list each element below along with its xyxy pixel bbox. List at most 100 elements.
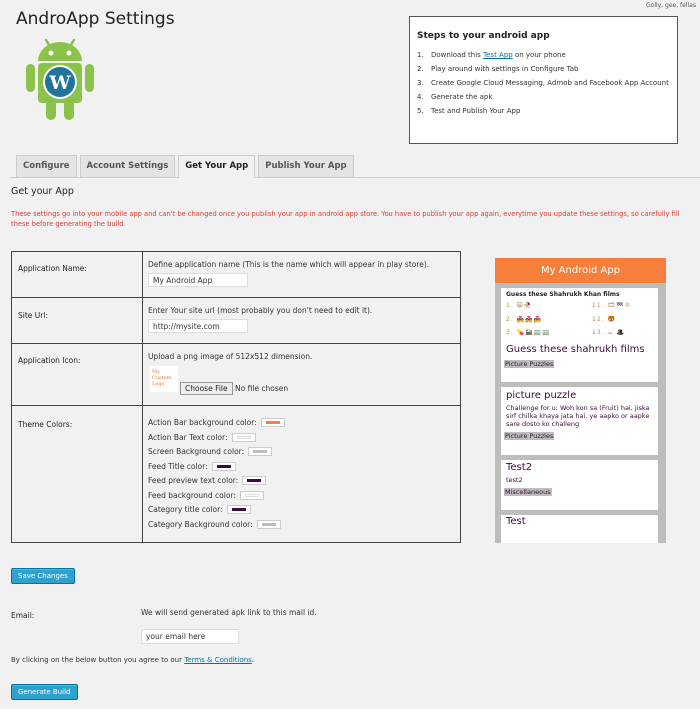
- feed-category: Picture Puzzles: [504, 360, 555, 368]
- color-option: Category title color:: [148, 505, 251, 514]
- theme-colors-row: Theme Colors: Action Bar background colo…: [12, 406, 460, 542]
- tab-account-settings[interactable]: Account Settings: [79, 155, 176, 177]
- column-divider: [142, 406, 143, 542]
- terms-text-after: .: [251, 656, 255, 664]
- file-status: No file chosen: [235, 384, 289, 393]
- color-swatch[interactable]: [231, 433, 256, 442]
- column-divider: [142, 344, 143, 405]
- step-text: Test and Publish Your App: [431, 107, 521, 115]
- email-input[interactable]: your email here: [141, 629, 239, 644]
- test-app-link[interactable]: Test App: [483, 51, 513, 59]
- feed-title: picture puzzle: [506, 390, 577, 401]
- color-fill: [236, 436, 251, 439]
- tab-publish-your-app[interactable]: Publish Your App: [258, 155, 354, 177]
- thumb-row: 13. ☕ 🎩: [592, 329, 626, 336]
- color-fill: [247, 479, 262, 482]
- terms-text-before: By clicking on the below button you agre…: [11, 656, 185, 664]
- color-fill: [231, 508, 246, 511]
- color-option: Screen Background color:: [148, 447, 273, 456]
- color-option-label: Action Bar background color:: [148, 418, 257, 427]
- thumb-row: 3. 💊🚂🚃🚃: [506, 329, 551, 336]
- feed-preview-text: test2: [506, 476, 523, 484]
- thumb-row: 1. 😸🥀: [506, 302, 533, 309]
- color-option-label: Feed Title color:: [148, 462, 208, 471]
- site-url-label: Site Url:: [18, 311, 48, 320]
- svg-text:W: W: [48, 72, 71, 94]
- site-url-input[interactable]: http://mysite.com: [148, 319, 248, 333]
- steps-box: Steps to your android app 1. Download th…: [409, 16, 678, 144]
- step-text: Play around with settings in Configure T…: [431, 65, 579, 73]
- thumb-heading: Guess these Shahrukh Khan films: [506, 291, 620, 298]
- column-divider: [142, 252, 143, 297]
- section-title: Get your App: [11, 186, 74, 197]
- settings-table: Application Name: Define application nam…: [11, 251, 461, 543]
- step-number: 4.: [417, 93, 424, 101]
- tab-configure[interactable]: Configure: [16, 155, 77, 177]
- color-swatch[interactable]: [226, 505, 251, 514]
- generate-build-button[interactable]: Generate Build: [11, 684, 78, 700]
- feed-category: Picture Puzzles: [504, 432, 555, 440]
- color-option-label: Category title color:: [148, 505, 223, 514]
- color-swatch[interactable]: [260, 418, 285, 427]
- preview-action-bar: My Android App: [495, 258, 666, 283]
- step-item: 5. Test and Publish Your App: [417, 106, 669, 116]
- thumb-row: 2. 💑💑💑: [506, 316, 543, 323]
- color-option: Feed Title color:: [148, 462, 236, 471]
- custom-logo-preview: My Custom Logo: [150, 366, 178, 392]
- app-icon-row: Application Icon: Upload a png image of …: [12, 344, 460, 406]
- feed-title: Test2: [506, 462, 533, 473]
- step-item: 4. Generate the apk: [417, 92, 669, 102]
- color-option: Feed preview text color:: [148, 476, 267, 485]
- color-option: Feed background color:: [148, 491, 264, 500]
- warning-message: These settings go into your mobile app a…: [11, 210, 680, 228]
- site-url-row: Site Url: Enter Your site url (most prob…: [12, 298, 460, 344]
- color-option-label: Action Bar Text color:: [148, 433, 228, 442]
- tab-get-your-app[interactable]: Get Your App: [178, 155, 256, 178]
- feed-thumbnail: Guess these Shahrukh Khan films 1. 😸🥀 2.…: [504, 290, 655, 340]
- color-swatch[interactable]: [211, 462, 236, 471]
- feed-card: Test2 test2 Miscellaneous: [501, 460, 658, 510]
- color-swatch[interactable]: [248, 447, 273, 456]
- app-icon-label: Application Icon:: [18, 356, 81, 365]
- thumb-row: 12. 🐯: [592, 316, 616, 323]
- email-desc: We will send generated apk link to this …: [141, 608, 317, 617]
- page-title: AndroApp Settings: [16, 9, 175, 29]
- app-name-label: Application Name:: [18, 264, 87, 273]
- step-text-after: on your phone: [512, 51, 566, 59]
- theme-colors-label: Theme Colors:: [18, 420, 73, 429]
- terms-text: By clicking on the below button you agre…: [11, 656, 254, 664]
- save-changes-button[interactable]: Save Changes: [11, 568, 75, 584]
- app-name-input[interactable]: My Android App: [148, 273, 248, 287]
- step-number: 2.: [417, 65, 424, 73]
- color-fill: [253, 450, 268, 453]
- tab-bar: Configure Account Settings Get Your App …: [16, 155, 354, 178]
- step-item: 3. Create Google Cloud Messaging, Admob a…: [417, 78, 669, 88]
- app-icon-desc: Upload a png image of 512x512 dimension.: [148, 352, 313, 361]
- step-text: Generate the apk: [431, 93, 493, 101]
- color-option-label: Feed background color:: [148, 491, 236, 500]
- color-swatch[interactable]: [239, 491, 264, 500]
- feed-preview-text: Challenge for u: Woh kon sa (Fruit) hai,…: [506, 404, 650, 428]
- feed-card: Test: [501, 515, 658, 543]
- choose-file-button[interactable]: Choose File: [180, 382, 233, 395]
- color-swatch[interactable]: [256, 520, 281, 529]
- step-number: 3.: [417, 79, 424, 87]
- feed-card: picture puzzle Challenge for u: Woh kon …: [501, 387, 658, 455]
- feed-card: Guess these Shahrukh Khan films 1. 😸🥀 2.…: [501, 288, 658, 382]
- step-text-before: Download this: [431, 51, 484, 59]
- step-item: 2. Play around with settings in Configure…: [417, 64, 669, 74]
- color-swatch[interactable]: [242, 476, 267, 485]
- steps-title: Steps to your android app: [417, 31, 550, 41]
- email-label: Email:: [11, 611, 35, 620]
- app-name-desc: Define application name (This is the nam…: [148, 260, 430, 269]
- feed-category: Miscellaneous: [504, 488, 552, 496]
- terms-link[interactable]: Terms & Conditions: [184, 656, 252, 664]
- color-option: Category Background color:: [148, 520, 281, 529]
- color-fill: [216, 465, 231, 468]
- feed-title: Test: [506, 516, 526, 527]
- thumb-row: 11. 🎞🏁®: [592, 302, 632, 309]
- steps-list: 1. Download this Test App on your phone …: [417, 50, 669, 116]
- color-option: Action Bar Text color:: [148, 433, 256, 442]
- top-quote: Golly, gee, fellas: [646, 2, 696, 9]
- color-option-label: Screen Background color:: [148, 447, 245, 456]
